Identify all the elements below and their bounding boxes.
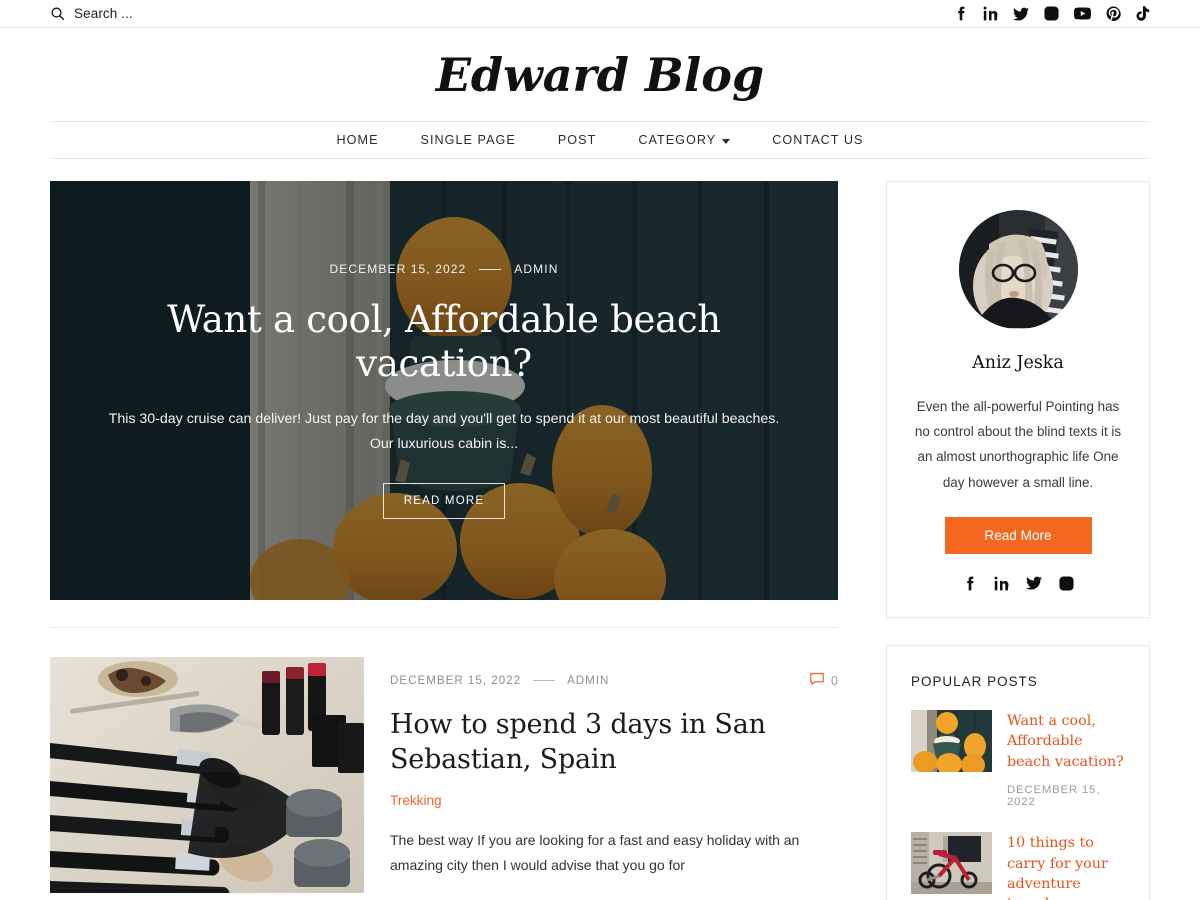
page-body: DECEMBER 15, 2022 ADMIN Want a cool, Aff… xyxy=(0,181,1200,900)
nav-item-contact-us[interactable]: CONTACT US xyxy=(751,133,884,147)
search-input[interactable] xyxy=(74,6,274,21)
site-logo[interactable]: Edward Blog xyxy=(436,48,764,102)
topbar-social-links xyxy=(954,6,1150,21)
tiktok-icon[interactable] xyxy=(1136,6,1150,21)
author-widget: Aniz Jeska Even the all-powerful Pointin… xyxy=(886,181,1150,618)
hero-title[interactable]: Want a cool, Affordable beach vacation? xyxy=(106,298,782,385)
featured-post-hero[interactable]: DECEMBER 15, 2022 ADMIN Want a cool, Aff… xyxy=(50,181,838,600)
meta-separator xyxy=(479,268,502,270)
comment-icon xyxy=(809,671,825,690)
search-box[interactable] xyxy=(50,6,954,21)
author-social-links xyxy=(911,576,1125,591)
chevron-down-icon xyxy=(722,138,731,144)
post-author[interactable]: ADMIN xyxy=(567,674,609,687)
instagram-icon[interactable] xyxy=(1044,6,1059,21)
facebook-icon[interactable] xyxy=(963,576,977,591)
hero-read-more-button[interactable]: READ MORE xyxy=(382,483,506,519)
post-category[interactable]: Trekking xyxy=(390,793,838,808)
main-navigation: HOME SINGLE PAGE POST CATEGORY CONTACT U… xyxy=(50,121,1150,159)
author-bio: Even the all-powerful Pointing has no co… xyxy=(914,399,1122,490)
meta-separator xyxy=(533,680,556,681)
popular-posts-widget: POPULAR POSTS Want a cool, Affordable be… xyxy=(886,644,1150,900)
popular-post-thumbnail xyxy=(911,832,992,895)
nav-label: POST xyxy=(557,133,597,147)
twitter-icon[interactable] xyxy=(1013,7,1029,21)
twitter-icon[interactable] xyxy=(1025,576,1042,590)
hero-author[interactable]: ADMIN xyxy=(514,262,558,276)
linkedin-icon[interactable] xyxy=(983,6,998,21)
hero-meta: DECEMBER 15, 2022 ADMIN xyxy=(330,262,559,276)
hero-content: DECEMBER 15, 2022 ADMIN Want a cool, Aff… xyxy=(50,181,838,600)
sidebar: Aniz Jeska Even the all-powerful Pointin… xyxy=(886,181,1150,900)
topbar xyxy=(0,0,1200,28)
post-body: DECEMBER 15, 2022 ADMIN 0 How to spend 3 xyxy=(390,657,838,893)
nav-item-home[interactable]: HOME xyxy=(316,133,400,147)
avatar xyxy=(958,210,1078,329)
author-name: Aniz Jeska xyxy=(972,353,1064,373)
post-list-item: DECEMBER 15, 2022 ADMIN 0 How to spend 3 xyxy=(50,657,838,893)
nav-item-single-page[interactable]: SINGLE PAGE xyxy=(400,133,537,147)
hero-date: DECEMBER 15, 2022 xyxy=(329,262,467,276)
post-meta-row: DECEMBER 15, 2022 ADMIN 0 xyxy=(390,671,838,690)
hero-excerpt: This 30-day cruise can deliver! Just pay… xyxy=(108,411,780,453)
nav-label: SINGLE PAGE xyxy=(420,133,516,147)
nav-item-category[interactable]: CATEGORY xyxy=(617,133,751,147)
popular-post-title[interactable]: 10 things to carry for your adventure tr… xyxy=(1007,833,1125,900)
nav-label: CATEGORY xyxy=(638,133,717,147)
popular-post-item[interactable]: Want a cool, Affordable beach vacation? … xyxy=(911,709,1125,808)
instagram-icon[interactable] xyxy=(1058,576,1074,591)
post-excerpt: The best way If you are looking for a fa… xyxy=(390,832,800,873)
post-date: DECEMBER 15, 2022 xyxy=(390,674,522,687)
nav-label: HOME xyxy=(336,133,379,147)
facebook-icon[interactable] xyxy=(954,6,968,21)
popular-post-date: DECEMBER 15, 2022 xyxy=(1007,784,1101,809)
pinterest-icon[interactable] xyxy=(1106,6,1121,21)
linkedin-icon[interactable] xyxy=(994,576,1009,591)
comment-count[interactable]: 0 xyxy=(809,671,838,690)
comment-count-value: 0 xyxy=(831,673,838,688)
popular-posts-title: POPULAR POSTS xyxy=(911,673,1038,689)
post-title[interactable]: How to spend 3 days in San Sebastian, Sp… xyxy=(390,708,838,777)
search-icon xyxy=(50,6,65,21)
popular-post-thumbnail xyxy=(911,709,992,772)
author-read-more-button[interactable]: Read More xyxy=(944,516,1092,554)
nav-item-post[interactable]: POST xyxy=(537,133,618,147)
post-meta: DECEMBER 15, 2022 ADMIN xyxy=(390,674,609,687)
popular-post-item[interactable]: 10 things to carry for your adventure tr… xyxy=(911,832,1125,900)
popular-post-text: Want a cool, Affordable beach vacation? … xyxy=(1007,710,1125,808)
site-header: Edward Blog xyxy=(0,28,1200,121)
section-divider xyxy=(50,627,838,628)
popular-post-text: 10 things to carry for your adventure tr… xyxy=(1007,832,1125,900)
popular-post-title[interactable]: Want a cool, Affordable beach vacation? xyxy=(1007,711,1125,772)
main-content: DECEMBER 15, 2022 ADMIN Want a cool, Aff… xyxy=(50,181,838,893)
youtube-icon[interactable] xyxy=(1074,7,1091,20)
nav-label: CONTACT US xyxy=(772,133,864,147)
post-thumbnail[interactable] xyxy=(50,657,364,893)
